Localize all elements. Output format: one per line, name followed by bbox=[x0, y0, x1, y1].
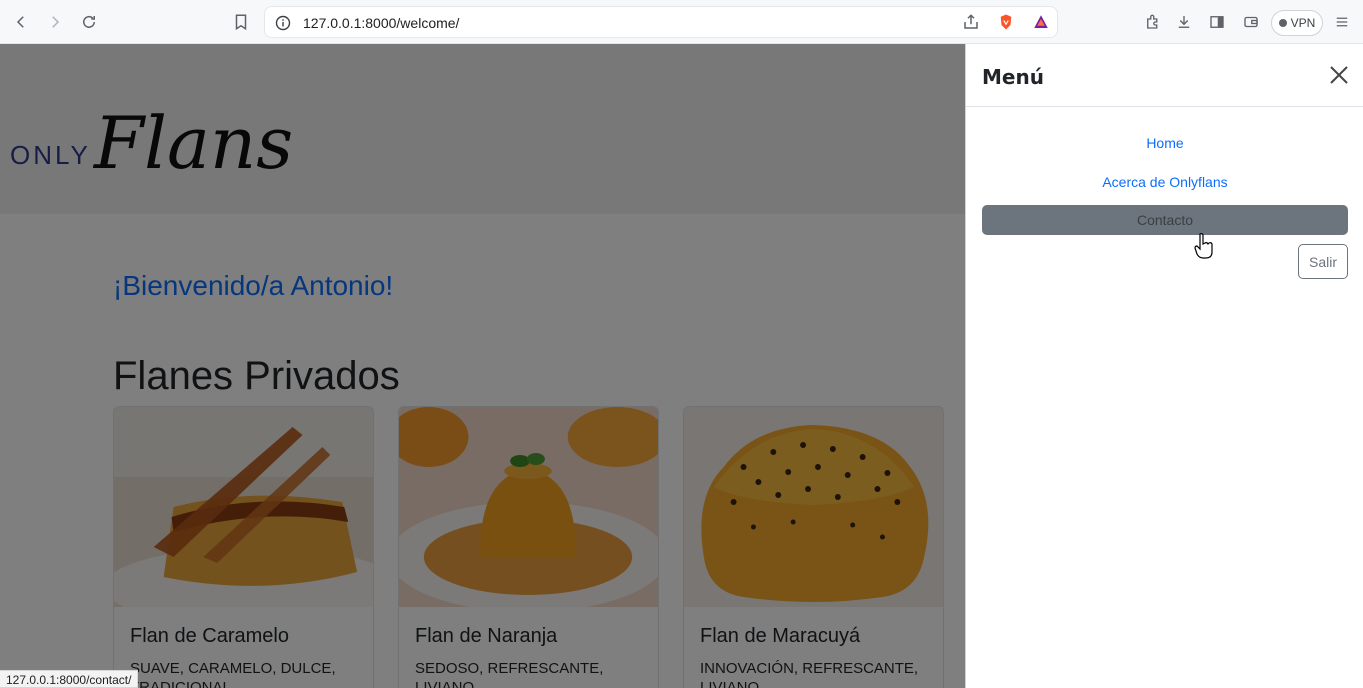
offcanvas-header: Menú bbox=[966, 44, 1363, 107]
url-text[interactable]: 127.0.0.1:8000/welcome/ bbox=[303, 15, 459, 31]
extensions-icon[interactable] bbox=[1141, 10, 1165, 34]
link-status-bar: 127.0.0.1:8000/contact/ bbox=[0, 670, 139, 688]
menu-icon[interactable] bbox=[1330, 10, 1354, 34]
brave-shields-icon[interactable] bbox=[994, 10, 1018, 34]
site-info-icon[interactable] bbox=[275, 15, 291, 31]
forward-icon[interactable] bbox=[43, 10, 67, 34]
browser-toolbar: 127.0.0.1:8000/welcome/ VPN bbox=[0, 0, 1363, 44]
vpn-button[interactable]: VPN bbox=[1271, 10, 1323, 36]
brave-rewards-icon[interactable] bbox=[1029, 10, 1053, 34]
nav-link-home[interactable]: Home bbox=[982, 128, 1348, 158]
vpn-status-icon bbox=[1278, 19, 1287, 27]
reload-icon[interactable] bbox=[77, 10, 101, 34]
sidebar-icon[interactable] bbox=[1205, 10, 1229, 34]
hand-cursor-icon bbox=[1194, 233, 1213, 259]
logout-button[interactable]: Salir bbox=[1298, 244, 1348, 279]
nav-link-about[interactable]: Acerca de Onlyflans bbox=[982, 167, 1348, 197]
close-icon[interactable] bbox=[1328, 64, 1350, 86]
offcanvas-backdrop[interactable] bbox=[0, 44, 965, 688]
download-icon[interactable] bbox=[1172, 10, 1196, 34]
back-icon[interactable] bbox=[9, 10, 33, 34]
offcanvas-menu: Menú Home Acerca de Onlyflans Contacto S… bbox=[965, 44, 1363, 688]
nav-link-contact[interactable]: Contacto bbox=[982, 205, 1348, 235]
offcanvas-title: Menú bbox=[982, 65, 1044, 89]
wallet-icon[interactable] bbox=[1239, 10, 1263, 34]
share-icon[interactable] bbox=[959, 10, 983, 34]
vpn-label: VPN bbox=[1290, 16, 1316, 30]
bookmark-icon[interactable] bbox=[229, 10, 253, 34]
address-bar[interactable]: 127.0.0.1:8000/welcome/ bbox=[264, 6, 1058, 38]
